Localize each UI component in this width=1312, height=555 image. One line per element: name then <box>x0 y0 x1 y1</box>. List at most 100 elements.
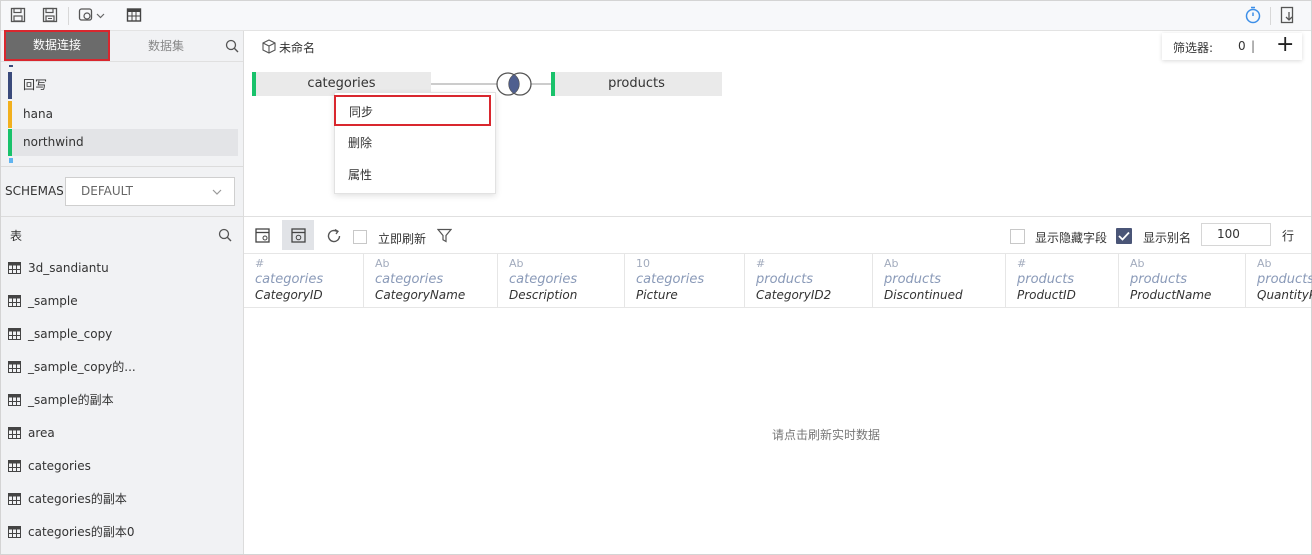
timer-icon[interactable] <box>1244 6 1262 24</box>
column-header[interactable]: # products ProductID <box>1006 254 1119 308</box>
connection-item[interactable]: hana <box>8 101 238 128</box>
table-icon <box>8 328 21 340</box>
schema-select[interactable]: DEFAULT <box>65 177 235 206</box>
column-type-icon: # <box>1017 257 1027 270</box>
table-name: categories的副本0 <box>28 525 135 539</box>
menu-item-delete[interactable]: 删除 <box>335 128 495 158</box>
left-panel: 数据连接 数据集 回写 hana northwind SCHEMAS DEFAULT… <box>1 30 244 554</box>
column-table-name: categories <box>375 272 444 287</box>
column-field-name: ProductName <box>1130 288 1212 302</box>
column-header[interactable]: Ab products Discontinued <box>873 254 1006 308</box>
inner-join-icon[interactable] <box>495 71 533 97</box>
toolbar-divider <box>1270 7 1271 25</box>
show-hidden-checkbox[interactable] <box>1010 229 1025 244</box>
column-header[interactable]: Ab products ProductName <box>1119 254 1246 308</box>
add-filter-button[interactable]: + <box>1276 32 1294 57</box>
table-icon <box>8 493 21 505</box>
table-list-item[interactable]: _sample_copy <box>8 319 112 349</box>
connection-color-bar <box>8 72 12 99</box>
auto-refresh-checkbox[interactable] <box>353 230 367 244</box>
auto-refresh-label: 立即刷新 <box>378 232 427 246</box>
column-field-name: CategoryID2 <box>756 288 832 302</box>
search-icon[interactable] <box>225 39 239 53</box>
cube-icon <box>262 39 276 54</box>
column-header[interactable]: # products CategoryID2 <box>745 254 873 308</box>
column-field-name: Description <box>509 288 578 302</box>
menu-item-properties[interactable]: 属性 <box>335 160 495 190</box>
view-design-icon[interactable] <box>255 228 270 243</box>
table-list-item[interactable]: categories的副本 <box>8 484 127 514</box>
chevron-down-icon[interactable] <box>96 13 105 19</box>
search-icon[interactable] <box>218 228 232 242</box>
column-table-name: categories <box>509 272 578 287</box>
row-count-input[interactable]: 100 <box>1201 223 1271 246</box>
table-name: 3d_sandiantu <box>28 261 109 275</box>
table-list-item[interactable]: 3d_sandiantu <box>8 253 109 283</box>
column-field-name: ProductID <box>1017 288 1076 302</box>
column-header[interactable]: Ab categories CategoryName <box>364 254 498 308</box>
table-name: categories <box>28 459 91 473</box>
column-field-name: Picture <box>636 288 678 302</box>
column-field-name: QuantityPerUnit <box>1257 288 1312 302</box>
table-list-item[interactable]: _sample <box>8 286 78 316</box>
column-table-name: products <box>884 272 942 287</box>
column-type-icon: 10 <box>636 257 650 270</box>
table-list-item[interactable]: area <box>8 418 55 448</box>
column-table-name: products <box>756 272 814 287</box>
checkmark-icon <box>1118 231 1130 241</box>
table-icon <box>8 526 21 538</box>
connection-item[interactable]: northwind <box>8 129 238 156</box>
menu-item-sync[interactable]: 同步 <box>334 95 491 126</box>
settings-icon[interactable] <box>78 7 94 23</box>
export-icon[interactable] <box>1280 6 1296 24</box>
column-field-name: CategoryID <box>255 288 323 302</box>
model-title[interactable]: 未命名 <box>279 39 315 56</box>
filter-box: 筛选器: 0 | + <box>1162 32 1302 60</box>
schema-value: DEFAULT <box>81 184 133 198</box>
connection-color-bar <box>9 158 13 163</box>
tab-dataset[interactable]: 数据集 <box>111 31 221 61</box>
node-label: categories <box>307 76 376 91</box>
save-icon[interactable] <box>10 7 26 23</box>
table-list-item[interactable]: categories的副本0 <box>8 517 135 547</box>
table-icon[interactable] <box>126 7 142 23</box>
schemas-label: SCHEMAS <box>5 184 64 198</box>
column-field-name: Discontinued <box>884 288 963 302</box>
column-header[interactable]: Ab categories Description <box>498 254 625 308</box>
connection-label: hana <box>23 107 53 121</box>
table-list-item[interactable]: _sample的副本 <box>8 385 114 415</box>
view-data-button[interactable] <box>282 220 314 250</box>
connection-color-bar <box>8 101 12 128</box>
column-type-icon: Ab <box>1130 257 1145 270</box>
column-type-icon: Ab <box>1257 257 1272 270</box>
show-alias-checkbox[interactable] <box>1116 228 1132 244</box>
column-header[interactable]: Ab productsQuantityPerUnit <box>1246 254 1312 308</box>
data-view-icon <box>291 228 306 243</box>
table-icon <box>8 427 21 439</box>
divider <box>1 216 243 217</box>
save-as-icon[interactable] <box>42 7 58 23</box>
table-icon <box>8 295 21 307</box>
column-table-name: products <box>1130 272 1188 287</box>
table-name: _sample_copy <box>28 327 113 341</box>
divider <box>244 216 1311 217</box>
tab-data-connection[interactable]: 数据连接 <box>4 30 110 61</box>
node-color-bar <box>551 72 555 96</box>
show-hidden-label: 显示隐藏字段 <box>1035 231 1108 245</box>
connection-item[interactable]: 回写 <box>8 72 238 99</box>
column-header[interactable]: # categories CategoryID <box>244 254 364 308</box>
table-node-products[interactable]: products <box>551 72 722 96</box>
filter-label: 筛选器: <box>1173 41 1214 55</box>
column-header[interactable]: 10 categories Picture <box>625 254 745 308</box>
table-name: _sample_copy的... <box>28 360 136 374</box>
refresh-icon[interactable] <box>326 228 342 244</box>
table-list-item[interactable]: _sample_copy的... <box>8 352 136 382</box>
column-type-icon: # <box>255 257 265 270</box>
row-count-value: 100 <box>1217 227 1240 241</box>
show-alias-label: 显示别名 <box>1143 231 1192 245</box>
toolbar-divider <box>68 7 69 25</box>
table-list-item[interactable]: categories <box>8 451 91 481</box>
column-table-name: products <box>1257 272 1312 287</box>
table-name: _sample <box>28 294 78 308</box>
filter-icon[interactable] <box>437 228 452 243</box>
